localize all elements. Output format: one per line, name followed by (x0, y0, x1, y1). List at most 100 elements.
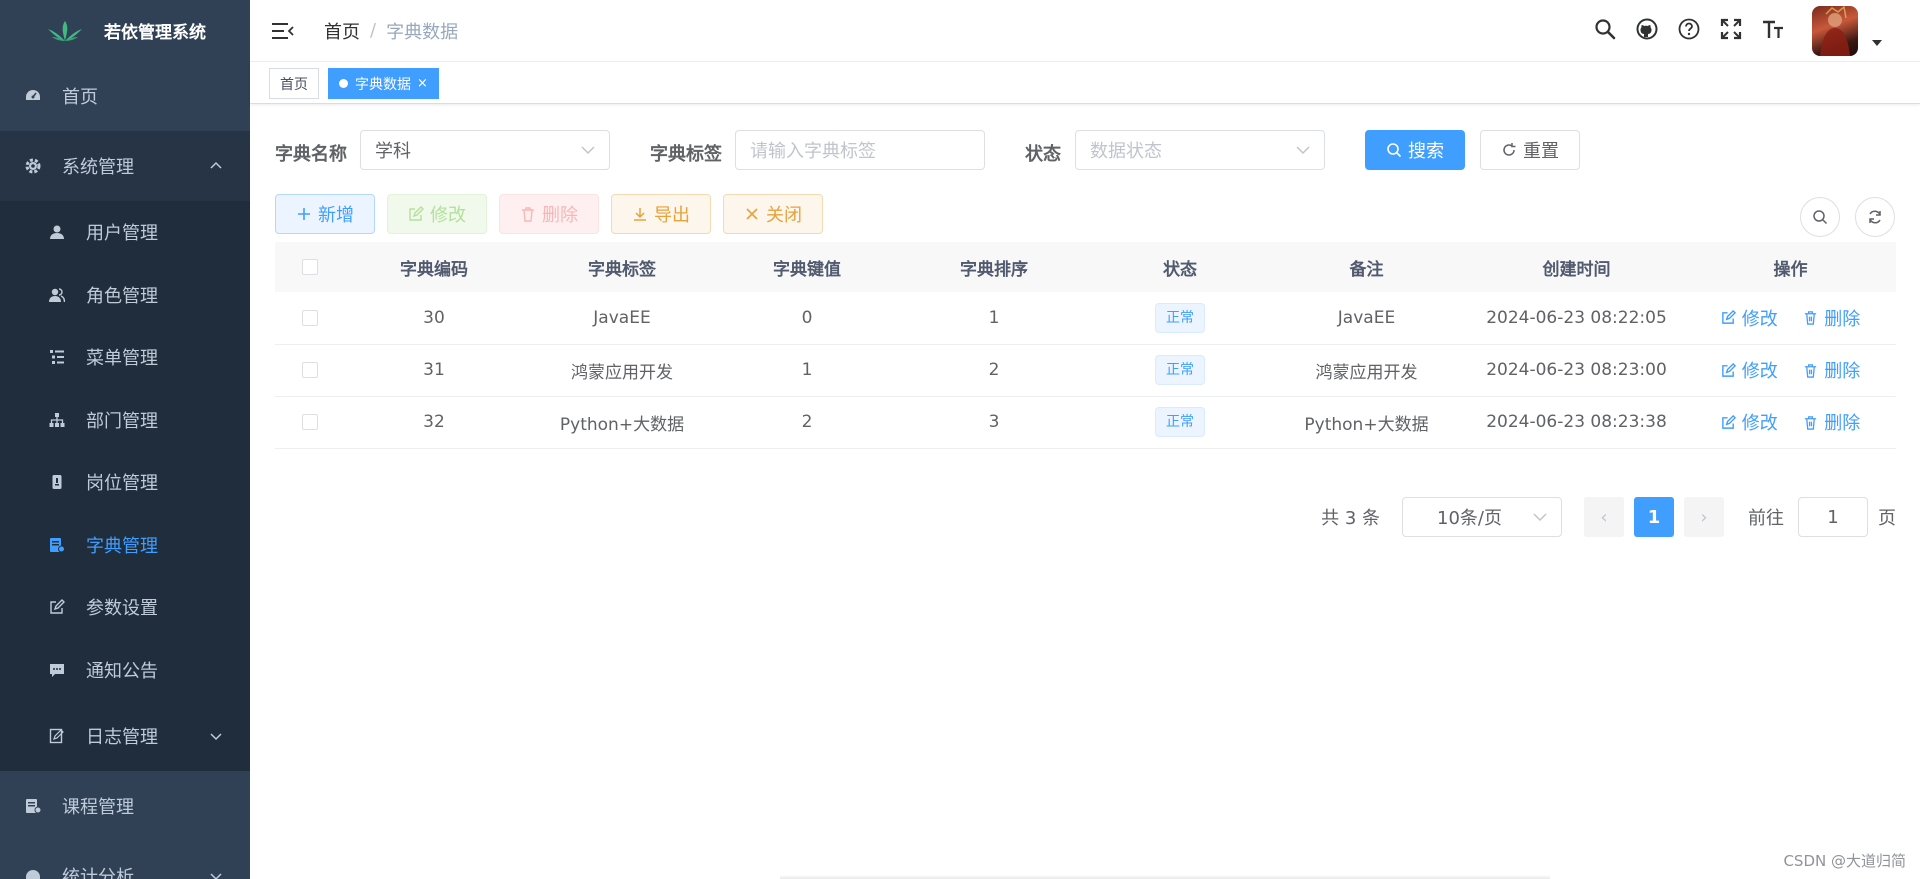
dict-data-table: 字典编码 字典标签 字典键值 字典排序 状态 备注 创建时间 操作 30 Jav… (275, 242, 1896, 449)
reset-button[interactable]: 重置 (1480, 130, 1580, 170)
toggle-search-button[interactable] (1800, 197, 1840, 237)
dict-name-select[interactable]: 学科 (360, 130, 610, 170)
cell-label: JavaEE (523, 292, 721, 345)
row-delete-label: 删除 (1824, 413, 1861, 434)
delete-button-label: 删除 (542, 205, 578, 226)
sidebar-item-home[interactable]: 首页 (0, 61, 250, 131)
delete-button[interactable]: 删除 (499, 194, 599, 234)
page-jumper: 前往 1 页 (1748, 497, 1896, 537)
edit-icon (1721, 310, 1736, 325)
refresh-icon (1501, 142, 1517, 158)
cell-created: 2024-06-23 08:23:00 (1468, 344, 1685, 397)
chevron-down-icon (1296, 146, 1310, 155)
refresh-button[interactable] (1855, 197, 1895, 237)
gear-icon (24, 157, 42, 175)
hamburger-icon[interactable] (272, 22, 294, 40)
edit-button-label: 修改 (430, 205, 466, 226)
sidebar-item-dict[interactable]: 字典管理 (0, 514, 250, 577)
breadcrumb: 首页 / 字典数据 (324, 18, 458, 44)
avatar[interactable] (1812, 6, 1858, 56)
refresh-icon (1869, 210, 1881, 224)
row-delete-link[interactable]: 删除 (1803, 357, 1860, 383)
sidebar-item-users[interactable]: 用户管理 (0, 201, 250, 264)
sidebar-item-notice[interactable]: 通知公告 (0, 639, 250, 702)
sidebar-item-label: 字典管理 (86, 535, 158, 557)
dict-label-input[interactable]: 请输入字典标签 (735, 130, 985, 170)
font-size-icon[interactable] (1761, 17, 1785, 41)
user-icon (48, 223, 66, 241)
header-cell: 创建时间 (1468, 242, 1685, 292)
row-edit-label: 修改 (1741, 413, 1778, 434)
table-row: 31 鸿蒙应用开发 1 2 正常 鸿蒙应用开发 2024-06-23 08:23… (275, 344, 1896, 397)
row-checkbox[interactable] (302, 414, 318, 430)
sidebar-item-roles[interactable]: 角色管理 (0, 264, 250, 327)
row-delete-link[interactable]: 删除 (1803, 305, 1860, 331)
message-icon (48, 661, 66, 679)
close-button[interactable]: 关闭 (723, 194, 823, 234)
sidebar-item-posts[interactable]: 岗位管理 (0, 451, 250, 514)
status-label: 状态 (1025, 144, 1061, 165)
log-icon (48, 727, 66, 745)
search-icon[interactable] (1593, 17, 1617, 41)
row-delete-link[interactable]: 删除 (1803, 409, 1860, 435)
navbar: 首页 / 字典数据 (250, 0, 1920, 62)
prev-page-button[interactable]: ‹ (1584, 497, 1624, 537)
breadcrumb-home[interactable]: 首页 (324, 18, 360, 44)
row-edit-link[interactable]: 修改 (1721, 409, 1778, 435)
logo[interactable]: 若依管理系统 (0, 0, 250, 61)
page-number-1[interactable]: 1 (1634, 497, 1674, 537)
sidebar-item-courses[interactable]: 课程管理 (0, 771, 250, 841)
row-checkbox[interactable] (302, 362, 318, 378)
close-icon (744, 206, 760, 222)
select-all-checkbox[interactable] (302, 259, 318, 275)
tag-home[interactable]: 首页 (269, 68, 319, 99)
export-button[interactable]: 导出 (611, 194, 711, 234)
sidebar-item-config[interactable]: 参数设置 (0, 576, 250, 639)
status-select[interactable]: 数据状态 (1075, 130, 1325, 170)
page-size-value: 10条/页 (1437, 508, 1502, 529)
sidebar-item-label: 课程管理 (62, 797, 134, 818)
row-edit-link[interactable]: 修改 (1721, 357, 1778, 383)
search-icon (1813, 210, 1828, 225)
cell-label: Python+大数据 (523, 396, 721, 449)
fullscreen-icon[interactable] (1719, 17, 1743, 41)
tag-label: 首页 (280, 76, 308, 93)
pagination: 共 3 条 10条/页 ‹ 1 › 前往 1 页 (1321, 497, 1896, 537)
github-icon[interactable] (1635, 17, 1659, 41)
sidebar-item-menus[interactable]: 菜单管理 (0, 326, 250, 389)
sidebar-item-logs[interactable]: 日志管理 (0, 701, 250, 771)
trash-icon (1803, 363, 1818, 378)
row-edit-link[interactable]: 修改 (1721, 305, 1778, 331)
close-button-label: 关闭 (766, 205, 802, 226)
trash-icon (1803, 310, 1818, 325)
row-edit-label: 修改 (1741, 361, 1778, 382)
edit-button[interactable]: 修改 (387, 194, 487, 234)
row-checkbox[interactable] (302, 309, 318, 326)
horizontal-scrollbar[interactable] (780, 875, 1550, 879)
caret-down-icon[interactable] (1872, 40, 1882, 46)
dict-label-label: 字典标签 (650, 144, 722, 165)
tag-dict-data[interactable]: 字典数据 × (328, 68, 439, 99)
dict-label-placeholder: 请输入字典标签 (750, 141, 876, 162)
add-button[interactable]: 新增 (275, 194, 375, 234)
header-cell: 操作 (1685, 242, 1896, 292)
search-button[interactable]: 搜索 (1365, 130, 1465, 170)
dashboard-icon (24, 867, 42, 879)
sidebar-item-system[interactable]: 系统管理 (0, 131, 250, 201)
close-icon[interactable]: × (417, 76, 428, 91)
row-delete-label: 删除 (1824, 361, 1861, 382)
edit-icon (48, 598, 66, 616)
next-page-button[interactable]: › (1684, 497, 1724, 537)
sidebar-item-stats[interactable]: 统计分析 (0, 841, 250, 879)
cell-remark: JavaEE (1265, 292, 1468, 345)
sidebar-item-label: 日志管理 (86, 727, 158, 748)
cell-label: 鸿蒙应用开发 (523, 344, 721, 397)
sidebar-item-label: 参数设置 (86, 598, 158, 620)
sidebar-item-depts[interactable]: 部门管理 (0, 389, 250, 452)
tree-icon (48, 411, 66, 429)
page-size-select[interactable]: 10条/页 (1402, 497, 1562, 537)
question-icon[interactable] (1677, 17, 1701, 41)
goto-input[interactable]: 1 (1798, 497, 1868, 537)
header-cell: 备注 (1265, 242, 1468, 292)
cell-created: 2024-06-23 08:23:38 (1468, 396, 1685, 449)
